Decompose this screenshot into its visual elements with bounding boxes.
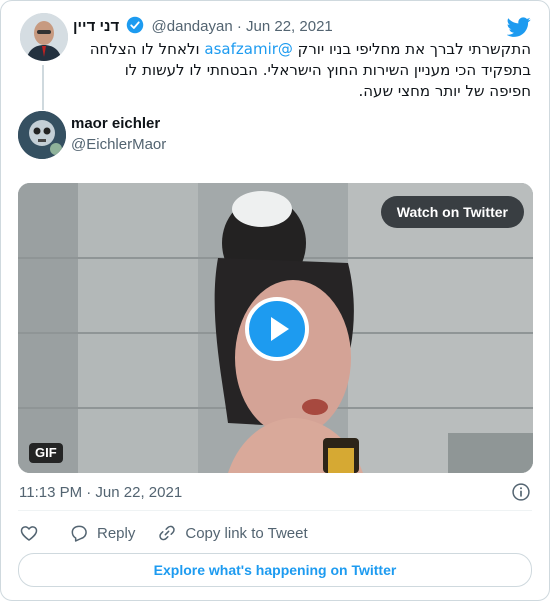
gif-badge: GIF	[29, 443, 63, 463]
media-gif[interactable]: Watch on Twitter GIF	[18, 183, 533, 473]
quoted-handle[interactable]: @EichlerMaor	[71, 136, 166, 153]
play-icon	[271, 317, 289, 341]
heart-icon	[20, 526, 38, 541]
action-bar: Reply Copy link to Tweet	[19, 523, 308, 543]
tweet-timestamp[interactable]: 11:13 PM · Jun 22, 2021	[19, 484, 182, 501]
author-avatar[interactable]	[20, 13, 68, 61]
tweet-header: דני דיין @dandayan · Jun 22, 2021	[73, 16, 333, 37]
explore-twitter-button[interactable]: Explore what's happening on Twitter	[18, 553, 532, 587]
copy-link-label: Copy link to Tweet	[185, 524, 308, 542]
quoted-name[interactable]: maor eichler	[71, 115, 160, 132]
twitter-bird-icon[interactable]	[507, 15, 531, 39]
reply-button[interactable]: Reply	[69, 523, 135, 543]
tweet-date[interactable]: Jun 22, 2021	[246, 18, 333, 35]
author-handle[interactable]: @dandayan	[152, 18, 233, 35]
author-name[interactable]: דני דיין	[73, 18, 119, 35]
like-button[interactable]	[19, 523, 39, 543]
quoted-avatar-image	[18, 111, 66, 159]
mention-link[interactable]: @asafzamir	[204, 40, 293, 58]
tweet-text-before: התקשרתי לברך את מחליפי בניו יורק	[292, 40, 531, 58]
watch-on-twitter-button[interactable]: Watch on Twitter	[380, 196, 524, 228]
reply-label: Reply	[97, 524, 136, 542]
footer-divider	[18, 510, 532, 511]
header-separator: ·	[236, 18, 242, 35]
verified-badge-icon	[127, 16, 144, 34]
author-avatar-image	[20, 13, 68, 61]
link-icon	[159, 525, 176, 541]
reply-icon	[71, 525, 87, 542]
play-button[interactable]	[245, 297, 309, 361]
tweet-card: דני דיין @dandayan · Jun 22, 2021 התקשרת…	[0, 0, 550, 601]
copy-link-button[interactable]: Copy link to Tweet	[157, 523, 308, 543]
quoted-avatar[interactable]	[18, 111, 66, 159]
info-icon[interactable]	[511, 482, 531, 502]
tweet-text: התקשרתי לברך את מחליפי בניו יורק @asafza…	[81, 39, 531, 102]
thread-connector	[42, 65, 44, 110]
